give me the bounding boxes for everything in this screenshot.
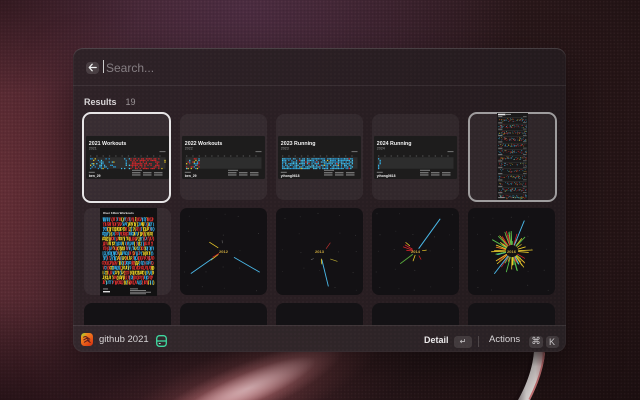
svg-text:2014: 2014 — [411, 249, 421, 254]
svg-text:yihong0618: yihong0618 — [377, 174, 396, 178]
svg-text:yihong0618: yihong0618 — [281, 174, 300, 178]
svg-text:2023: 2023 — [281, 146, 289, 150]
svg-text:2021: 2021 — [89, 146, 97, 150]
svg-text:ben_29: ben_29 — [89, 174, 101, 178]
svg-text:2012: 2012 — [219, 249, 229, 254]
svg-text:2024: 2024 — [377, 146, 385, 150]
svg-text:2016: 2016 — [507, 249, 517, 254]
svg-text:Over 10km Workouts: Over 10km Workouts — [103, 211, 134, 215]
svg-text:2022: 2022 — [185, 146, 193, 150]
svg-text:2013: 2013 — [315, 249, 325, 254]
svg-text:ben_29: ben_29 — [185, 174, 197, 178]
